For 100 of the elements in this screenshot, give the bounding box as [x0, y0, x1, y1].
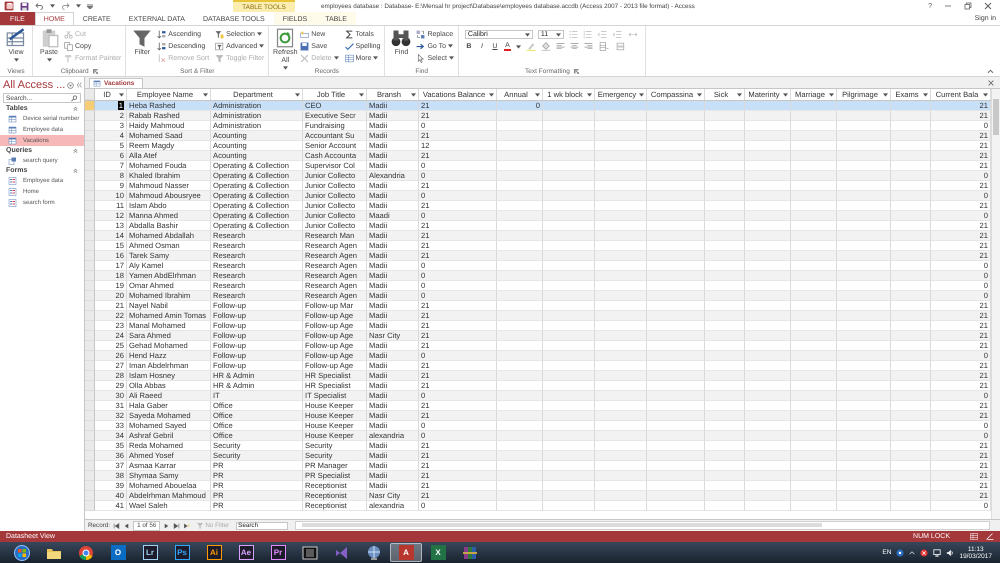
new-record-icon [300, 30, 310, 38]
alternate-row-color-icon[interactable] [614, 42, 627, 51]
sort-menu-icon [923, 92, 928, 96]
app-icon: A [398, 545, 414, 560]
collapse-ribbon-icon[interactable] [987, 69, 994, 74]
browser-icon [78, 544, 94, 560]
undo-icon[interactable] [35, 2, 44, 10]
start-orb-icon [14, 544, 30, 560]
numbered-list-icon[interactable] [582, 30, 592, 39]
datasheet-view-icon [6, 28, 26, 48]
sort-menu-icon [295, 92, 300, 96]
query-icon [8, 156, 17, 164]
taskbar-button[interactable]: A [390, 543, 422, 562]
sort-menu-icon [983, 92, 988, 96]
advanced-filter-icon [215, 42, 224, 50]
taskbar-button[interactable]: Ps [166, 543, 198, 562]
dropdown-circle-icon[interactable] [67, 82, 74, 88]
sort-menu-icon [359, 92, 364, 96]
horizontal-scrollbar[interactable] [295, 521, 990, 530]
selection-filter-icon [215, 30, 224, 38]
taskbar-button[interactable]: Ae [230, 543, 262, 562]
align-left-icon[interactable] [556, 42, 565, 51]
sort-menu-icon [587, 92, 592, 96]
previous-record-icon[interactable] [123, 522, 130, 528]
table-icon [8, 114, 17, 122]
dialog-launcher-icon[interactable] [574, 69, 579, 74]
help-circle-icon[interactable] [896, 548, 904, 556]
dialog-launcher-icon[interactable] [92, 69, 98, 74]
collapse-section-icon[interactable] [73, 168, 78, 174]
taskbar-button[interactable]: X [422, 543, 454, 562]
align-right-icon[interactable] [584, 42, 593, 51]
sort-menu-icon [829, 92, 834, 96]
form-icon [8, 198, 17, 206]
highlight-icon[interactable] [526, 42, 536, 51]
replace-icon [416, 30, 426, 38]
datasheet-view-icon[interactable] [970, 533, 978, 540]
collapse-pane-icon[interactable] [76, 82, 82, 88]
network-globe-icon [366, 544, 382, 560]
spelling-check-icon [344, 42, 354, 50]
sort-menu-icon [783, 92, 788, 96]
taskbar-button[interactable]: Ai [198, 543, 230, 562]
design-view-icon[interactable] [986, 533, 994, 540]
align-center-icon[interactable] [570, 42, 579, 51]
sort-menu-icon [883, 92, 888, 96]
caret-icon [516, 44, 521, 48]
first-record-icon[interactable] [113, 522, 120, 528]
increase-indent-icon[interactable] [612, 30, 622, 39]
table-icon [8, 126, 17, 134]
funnel-icon [197, 522, 204, 528]
taskbar-button[interactable]: Pr [262, 543, 294, 562]
sort-menu-icon [737, 92, 742, 96]
app-icon: Pr [270, 545, 286, 560]
sort-menu-icon [489, 92, 494, 96]
restore-icon[interactable] [964, 2, 972, 10]
gridlines-icon[interactable] [598, 42, 610, 51]
next-record-icon[interactable] [163, 522, 170, 528]
taskbar-button[interactable]: O [102, 543, 134, 562]
last-record-icon[interactable] [173, 522, 180, 528]
app-icon: Lr [142, 545, 158, 560]
volume-icon[interactable] [946, 548, 954, 556]
navigation-pane-title[interactable]: All Access ... [3, 79, 66, 91]
save-icon [300, 42, 310, 50]
network-icon[interactable] [933, 548, 942, 556]
refresh-icon [275, 28, 296, 48]
collapse-section-icon[interactable] [73, 148, 78, 154]
decrease-indent-icon[interactable] [596, 30, 607, 39]
taskbar-button[interactable]: Lr [134, 543, 166, 562]
save-icon[interactable] [20, 2, 29, 10]
close-icon[interactable] [984, 2, 992, 10]
table-icon [8, 136, 17, 144]
security-icon[interactable] [920, 548, 928, 556]
bullet-list-icon[interactable] [568, 30, 578, 39]
customize-icon[interactable] [87, 4, 93, 8]
sort-menu-icon [203, 92, 208, 96]
app-icon: Ai [206, 545, 222, 560]
redo-icon[interactable] [61, 2, 70, 10]
fill-color-icon[interactable] [540, 42, 551, 51]
paragraph-direction-icon[interactable] [626, 30, 639, 39]
app-icon: Ps [174, 545, 190, 560]
sort-menu-icon [639, 92, 644, 96]
app-icon: X [430, 545, 446, 560]
scissors-icon [64, 30, 73, 38]
collapse-section-icon[interactable] [73, 106, 78, 112]
caret-icon [524, 32, 530, 36]
new-record-icon[interactable] [183, 522, 190, 528]
form-icon [8, 188, 17, 196]
binoculars-icon [391, 28, 412, 48]
close-document-icon[interactable] [988, 80, 994, 86]
caret-icon [556, 32, 561, 36]
remove-sort-icon [157, 54, 166, 62]
vertical-scrollbar[interactable] [991, 89, 1000, 519]
show-hidden-icons-icon[interactable] [909, 550, 916, 556]
form-icon [8, 176, 17, 184]
sort-menu-icon [119, 92, 124, 96]
arrow-right-icon [416, 42, 426, 50]
sort-ascending-icon [157, 30, 166, 38]
app-icon: O [110, 545, 126, 560]
undo-menu-icon [50, 4, 55, 8]
film-strip-icon [302, 544, 318, 560]
delete-icon [300, 54, 310, 62]
